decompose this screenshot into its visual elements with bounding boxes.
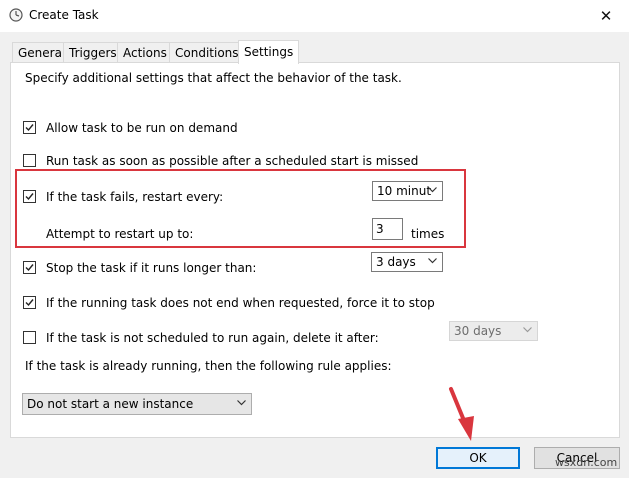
checkmark-icon [25, 264, 34, 272]
close-icon: ✕ [599, 7, 613, 25]
checkmark-icon [25, 124, 34, 132]
tab-conditions[interactable]: Conditions [169, 42, 245, 63]
checkmark-icon [25, 299, 34, 307]
run-asap-label: Run task as soon as possible after a sch… [46, 154, 419, 168]
settings-description: Specify additional settings that affect … [25, 71, 402, 85]
delete-duration-select[interactable]: 30 days [449, 321, 538, 341]
chevron-down-icon [237, 400, 246, 406]
stop-if-longer-label: Stop the task if it runs longer than: [46, 261, 257, 275]
chevron-down-icon [523, 327, 532, 333]
run-asap-checkbox[interactable] [23, 154, 36, 167]
ok-button[interactable]: OK [436, 447, 520, 469]
tab-settings[interactable]: Settings [238, 40, 300, 64]
stop-if-longer-checkbox[interactable] [23, 261, 36, 274]
watermark: wsxdn.com [555, 456, 618, 469]
clock-icon [9, 8, 23, 22]
stop-duration-select[interactable]: 3 days [371, 252, 443, 272]
arrow-icon [449, 387, 474, 441]
delete-if-not-scheduled-label: If the task is not scheduled to run agai… [46, 331, 379, 345]
delete-if-not-scheduled-checkbox[interactable] [23, 331, 36, 344]
allow-demand-checkbox[interactable] [23, 121, 36, 134]
stop-duration-value: 3 days [376, 255, 416, 269]
chevron-down-icon [428, 258, 437, 264]
running-rule-label: If the task is already running, then the… [25, 359, 392, 373]
tab-triggers[interactable]: Triggers [63, 42, 123, 63]
tab-actions[interactable]: Actions [117, 42, 173, 63]
close-button[interactable]: ✕ [583, 0, 629, 32]
window-title: Create Task [29, 8, 99, 22]
force-stop-checkbox[interactable] [23, 296, 36, 309]
highlight-box [15, 169, 466, 248]
allow-demand-label: Allow task to be run on demand [46, 121, 238, 135]
delete-duration-value: 30 days [454, 324, 502, 338]
settings-panel [10, 62, 620, 438]
title-bar: Create Task ✕ [0, 0, 629, 32]
running-rule-select[interactable]: Do not start a new instance [22, 393, 252, 415]
force-stop-label: If the running task does not end when re… [46, 296, 435, 310]
running-rule-value: Do not start a new instance [27, 397, 194, 411]
